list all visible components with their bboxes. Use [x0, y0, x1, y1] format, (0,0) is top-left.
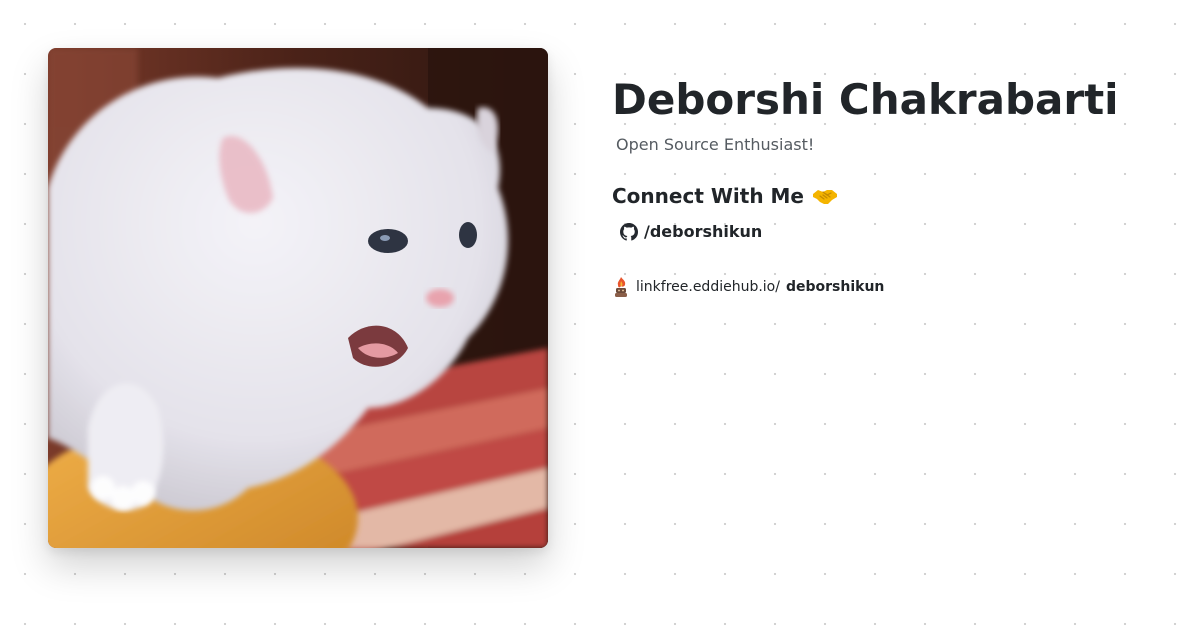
- github-link-label: /deborshikun: [644, 222, 763, 241]
- linkfree-logo-icon: [615, 277, 627, 297]
- profile-info: Deborshi Chakrabarti Open Source Enthusi…: [612, 72, 1172, 298]
- github-icon: [620, 223, 638, 241]
- linkfree-host: linkfree.eddiehub.io/: [636, 279, 780, 295]
- kitten-photo: [48, 48, 548, 548]
- github-link[interactable]: /deborshikun: [620, 220, 762, 244]
- connect-heading: Connect With Me: [612, 182, 1172, 210]
- profile-tagline: Open Source Enthusiast!: [616, 135, 815, 154]
- handshake-icon: [812, 190, 837, 204]
- connect-heading-label: Connect With Me: [612, 184, 804, 208]
- linkfree-username: deborshikun: [785, 279, 885, 295]
- linkfree-link[interactable]: linkfree.eddiehub.io/ deborshikun: [612, 276, 884, 298]
- profile-avatar: [48, 48, 548, 548]
- profile-name: Deborshi Chakrabarti: [612, 75, 1119, 124]
